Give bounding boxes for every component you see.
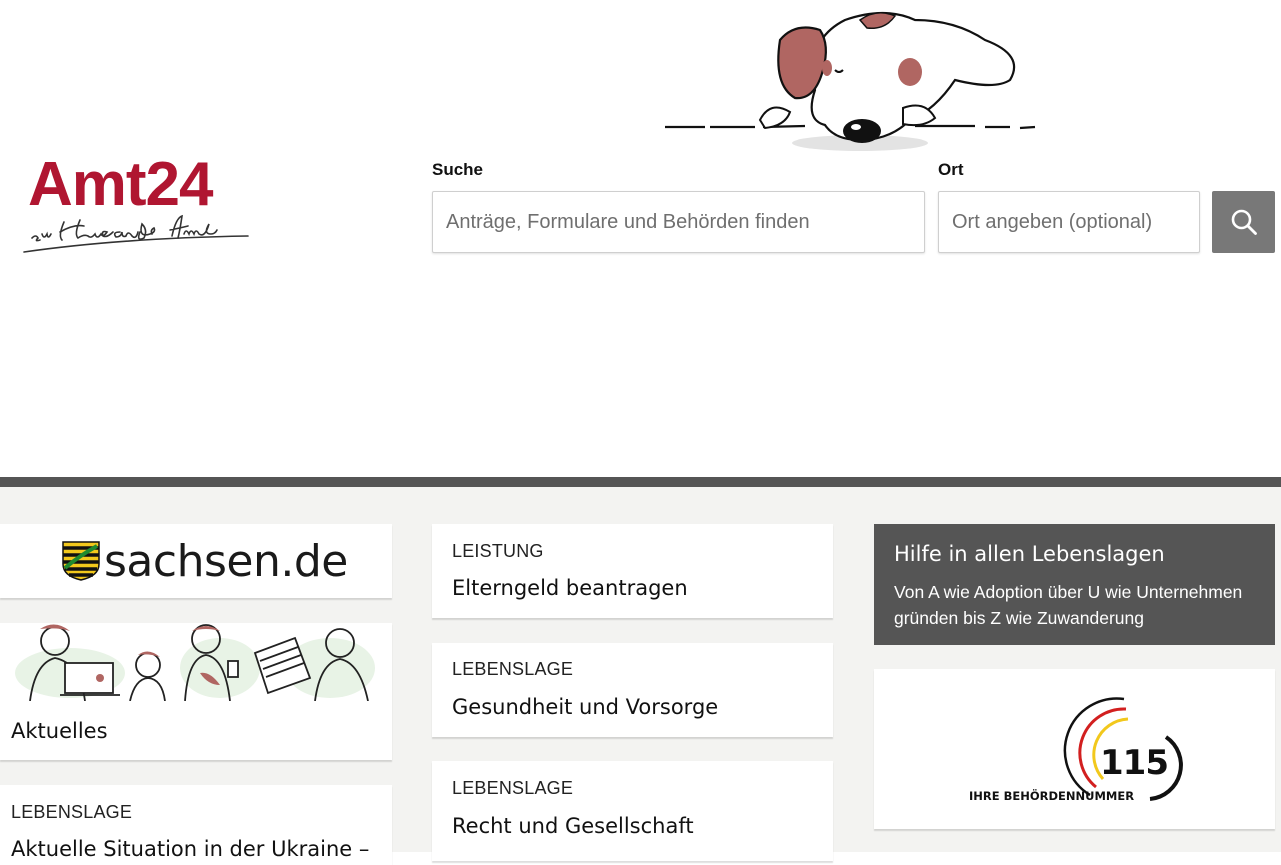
sachsen-link-card[interactable]: sachsen.de bbox=[0, 524, 392, 598]
amt24-logo[interactable]: Amt24 bbox=[22, 150, 252, 260]
card-kicker: LEBENSLAGE bbox=[452, 778, 574, 798]
sachsen-link-text: sachsen.de bbox=[104, 536, 348, 587]
dog-illustration bbox=[665, 11, 1036, 151]
help-card[interactable]: Hilfe in allen Lebenslagen Von A wie Ado… bbox=[874, 524, 1275, 645]
hotline-number: 115 bbox=[1100, 743, 1169, 783]
section-divider bbox=[0, 477, 1281, 487]
location-input[interactable] bbox=[938, 191, 1200, 253]
search-label: Suche bbox=[432, 160, 484, 179]
card-title: Recht und Gesellschaft bbox=[452, 814, 694, 838]
logo-slogan-handwriting bbox=[23, 214, 249, 253]
search-button[interactable] bbox=[1212, 191, 1275, 253]
card-kicker: LEISTUNG bbox=[452, 541, 544, 561]
hotline-caption: IHRE BEHÖRDENNUMMER bbox=[969, 789, 1135, 803]
search-input[interactable] bbox=[432, 191, 925, 253]
lebenslage-card-gesundheit[interactable]: LEBENSLAGE Gesundheit und Vorsorge bbox=[432, 643, 833, 737]
help-title: Hilfe in allen Lebenslagen bbox=[894, 542, 1165, 566]
news-card[interactable]: Aktuelles bbox=[0, 623, 392, 760]
lebenslage-card-recht[interactable]: LEBENSLAGE Recht und Gesellschaft bbox=[432, 761, 833, 861]
hotline-115-card[interactable]: 115 IHRE BEHÖRDENNUMMER bbox=[874, 669, 1275, 829]
card-title: Gesundheit und Vorsorge bbox=[452, 695, 719, 719]
help-text: Von A wie Adoption über U wie Unternehme… bbox=[894, 582, 1243, 628]
card-title: Elterngeld beantragen bbox=[452, 576, 688, 600]
news-title: Aktuelles bbox=[11, 719, 108, 743]
leistung-card-elterngeld[interactable]: LEISTUNG Elterngeld beantragen bbox=[432, 524, 833, 618]
card-kicker: LEBENSLAGE bbox=[452, 659, 574, 679]
card-title: Aktuelle Situation in der Ukraine – bbox=[11, 837, 370, 861]
people-illustration bbox=[15, 624, 375, 701]
lebenslage-card-ukraine[interactable]: LEBENSLAGE Aktuelle Situation in der Ukr… bbox=[0, 785, 392, 865]
card-kicker: LEBENSLAGE bbox=[11, 802, 133, 822]
location-label: Ort bbox=[938, 160, 964, 179]
saxony-coat-of-arms-icon bbox=[62, 541, 100, 581]
search-icon bbox=[1231, 209, 1257, 235]
